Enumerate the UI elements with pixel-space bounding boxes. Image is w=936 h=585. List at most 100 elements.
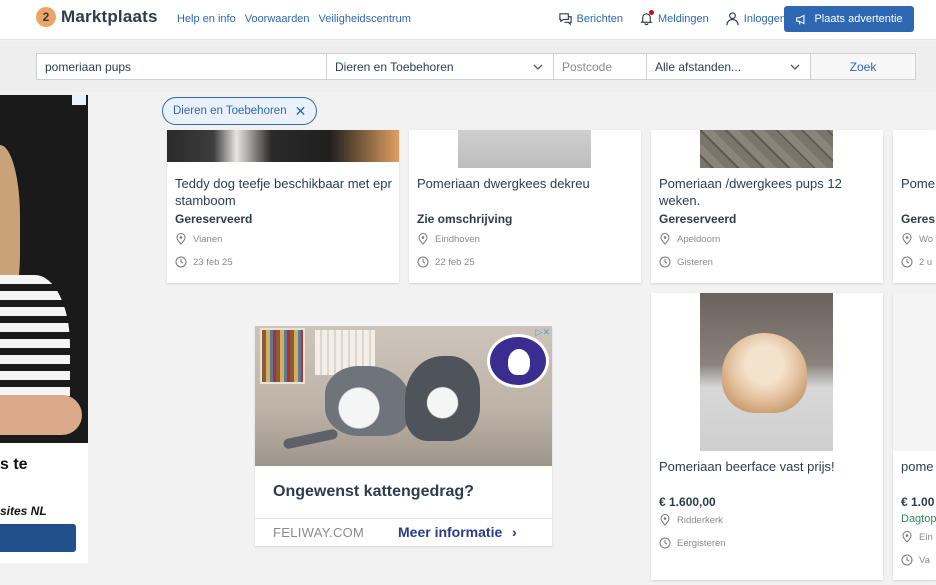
listing-location: Ridderkerk (659, 514, 723, 526)
listing-price: Geres (901, 212, 936, 226)
listing-card[interactable]: Pomeriaan dwergkees dekreu Zie omschrijv… (409, 130, 641, 283)
category-value: Dieren en Toebehoren (335, 59, 454, 74)
login-link[interactable]: Inloggen (725, 11, 786, 26)
location-pin-icon (660, 514, 670, 526)
location-text: Ein (919, 531, 933, 543)
login-label: Inloggen (743, 12, 786, 25)
search-bar: pomeriaan pups Dieren en Toebehoren Post… (0, 41, 936, 92)
place-ad-button[interactable]: Plaats advertentie (784, 6, 914, 32)
listing-date: 23 feb 25 (175, 256, 233, 268)
distance-value: Alle afstanden... (655, 59, 742, 74)
marktplaats-logo[interactable]: 2 Marktplaats (36, 7, 158, 27)
chip-label: Dieren en Toebehoren (173, 105, 287, 117)
ad-photo-cat-tail (282, 428, 339, 450)
chevron-right-icon: › (512, 524, 517, 540)
location-text: Vianen (193, 233, 223, 245)
location-text: Wo (919, 233, 934, 245)
listing-date: Gisteren (659, 256, 713, 268)
listing-image[interactable] (458, 130, 591, 168)
listing-location: Ein (901, 531, 933, 543)
clock-icon (175, 256, 187, 268)
listing-card[interactable]: Pome Geres Wo 2 u (893, 130, 936, 283)
location-text: Apeldoorn (677, 233, 721, 245)
postcode-input[interactable]: Postcode (553, 53, 647, 80)
listing-location: Apeldoorn (659, 233, 720, 245)
date-text: Gisteren (677, 256, 713, 268)
messages-link[interactable]: Berichten (558, 11, 623, 26)
date-text: 22 feb 25 (435, 256, 475, 268)
adchoices-icon[interactable] (72, 95, 86, 105)
clock-icon (659, 256, 671, 268)
megaphone-icon (796, 14, 805, 25)
ad-photo (0, 95, 88, 443)
listing-image[interactable] (700, 130, 833, 168)
logo-mark: 2 (36, 7, 56, 27)
location-pin-icon (902, 233, 912, 245)
date-text: 23 feb 25 (193, 256, 233, 268)
category-filter-chip[interactable]: Dieren en Toebehoren ✕ (162, 97, 318, 125)
listing-location: Vianen (175, 233, 222, 245)
ad-headline[interactable]: Ongewenst kattengedrag? (273, 483, 474, 501)
listing-title[interactable]: Pome (901, 175, 936, 192)
date-text: 2 u (919, 256, 933, 268)
terms-link[interactable]: Voorwaarden (245, 13, 310, 25)
logo-text: Marktplaats (61, 7, 158, 26)
listing-card[interactable]: Pomeriaan beerface vast prijs! € 1.600,0… (651, 293, 883, 580)
listing-image[interactable] (700, 293, 833, 451)
more-info-link[interactable]: Meer informatie › (398, 524, 517, 540)
listing-date: 2 u (901, 256, 932, 268)
safety-link[interactable]: Veiligheidscentrum (319, 13, 411, 25)
search-input[interactable]: pomeriaan pups (36, 53, 327, 80)
left-banner-ad[interactable]: s te sites NL (0, 95, 88, 563)
listing-price: € 1.600,00 (659, 495, 716, 509)
user-icon (726, 12, 739, 26)
ad-photo-shirt (0, 275, 70, 415)
distance-select[interactable]: Alle afstanden... (646, 53, 811, 80)
listing-date: Va (901, 554, 930, 566)
ad-photo-arm (0, 395, 82, 435)
listing-date: 22 feb 25 (417, 256, 475, 268)
ad-cta-button[interactable] (0, 524, 76, 552)
location-pin-icon (660, 233, 670, 245)
listing-dagtopper-badge: Dagtop (901, 513, 936, 525)
ad-photo-cat-right (405, 356, 480, 441)
location-pin-icon (902, 531, 912, 543)
notifications-link[interactable]: Meldingen (639, 10, 709, 26)
adchoices-icon[interactable]: ▷✕ (536, 327, 550, 338)
clock-icon (659, 537, 671, 549)
listing-title[interactable]: Teddy dog teefje beschikbaar met epr sta… (175, 175, 395, 209)
close-icon[interactable]: ✕ (295, 104, 307, 118)
search-button[interactable]: Zoek (810, 53, 916, 80)
listing-title[interactable]: Pomeriaan beerface vast prijs! (659, 458, 879, 475)
category-select[interactable]: Dieren en Toebehoren (326, 53, 554, 80)
clock-icon (417, 256, 429, 268)
ad-photo-cat-left (325, 366, 410, 436)
chevron-down-icon (790, 64, 800, 70)
feliway-logo-badge (487, 334, 549, 388)
feliway-ad[interactable]: ▷✕ Ongewenst kattengedrag? FELIWAY.COM M… (255, 326, 552, 546)
listing-card[interactable]: Teddy dog teefje beschikbaar met epr sta… (167, 130, 399, 283)
listing-image[interactable] (167, 130, 399, 162)
listing-location: Wo (901, 233, 933, 245)
cat-silhouette-icon (508, 349, 530, 375)
clock-icon (901, 554, 913, 566)
ad-cats-photo: ▷✕ (255, 326, 552, 466)
listing-date: Eergisteren (659, 537, 726, 549)
listing-image[interactable] (893, 293, 936, 451)
ad-divider (255, 518, 552, 519)
listing-price: Gereserveerd (659, 212, 737, 226)
listing-card[interactable]: pome € 1.00 Dagtop Ein Va (893, 293, 936, 580)
location-text: Eindhoven (435, 233, 480, 245)
listing-title[interactable]: pome (901, 458, 936, 475)
notifications-label: Meldingen (658, 12, 709, 25)
pomeranian-dog (722, 333, 807, 413)
user-nav: Berichten Meldingen Inloggen (558, 10, 786, 26)
listing-card[interactable]: Pomeriaan /dwergkees pups 12 weken. Gere… (651, 130, 883, 283)
listing-title[interactable]: Pomeriaan dwergkees dekreu (417, 175, 637, 192)
date-text: Va (919, 554, 930, 566)
clock-icon (901, 256, 913, 268)
help-link[interactable]: Help en info (177, 13, 236, 25)
ad-sponsor: sites NL (0, 504, 47, 518)
listing-title[interactable]: Pomeriaan /dwergkees pups 12 weken. (659, 175, 879, 209)
listing-location: Eindhoven (417, 233, 480, 245)
